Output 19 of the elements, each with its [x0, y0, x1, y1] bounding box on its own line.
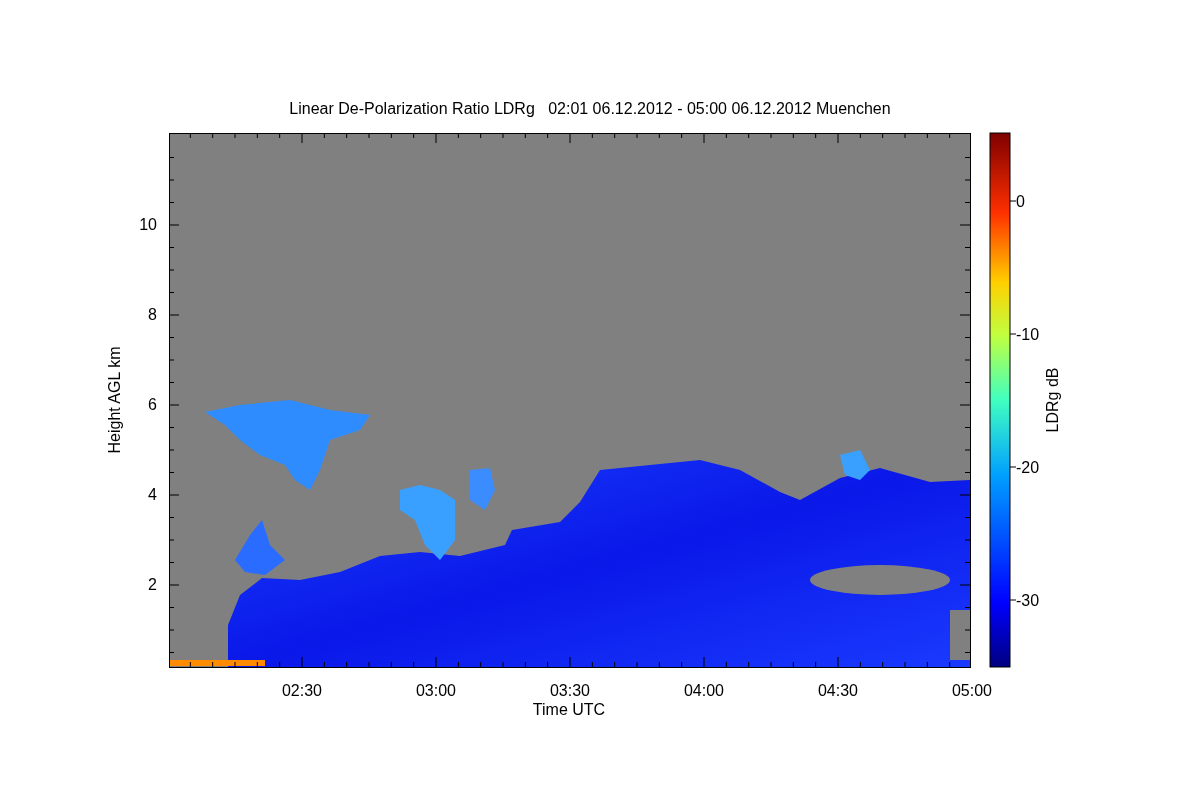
colorbar-tick-label: -30	[1016, 592, 1040, 609]
x-tick-label: 02:30	[282, 682, 322, 699]
chart-title: Linear De-Polarization Ratio LDRg 02:01 06.12.2012 - 05:00 06.12.2012 Muenchen	[289, 100, 891, 117]
y-tick-label: 4	[148, 486, 157, 503]
x-tick-label: 05:00	[952, 682, 992, 699]
y-tick-label: 2	[148, 576, 157, 593]
y-tick-label: 8	[148, 306, 157, 323]
x-tick-label: 03:00	[416, 682, 456, 699]
colorbar-tick-label: -10	[1016, 326, 1040, 343]
colorbar-tick-label: -20	[1016, 459, 1040, 476]
x-tick-label: 04:00	[684, 682, 724, 699]
y-axis-label: Height AGL km	[106, 346, 123, 454]
x-axis-label: Time UTC	[532, 701, 606, 718]
x-tick-label: 03:30	[550, 682, 590, 699]
colorbar-tick-label: 0	[1016, 193, 1025, 210]
colorbar-label: LDRg dB	[1044, 367, 1061, 433]
y-tick-label: 10	[139, 216, 157, 233]
x-tick-label: 04:30	[818, 682, 858, 699]
y-tick-label: 6	[148, 396, 157, 413]
